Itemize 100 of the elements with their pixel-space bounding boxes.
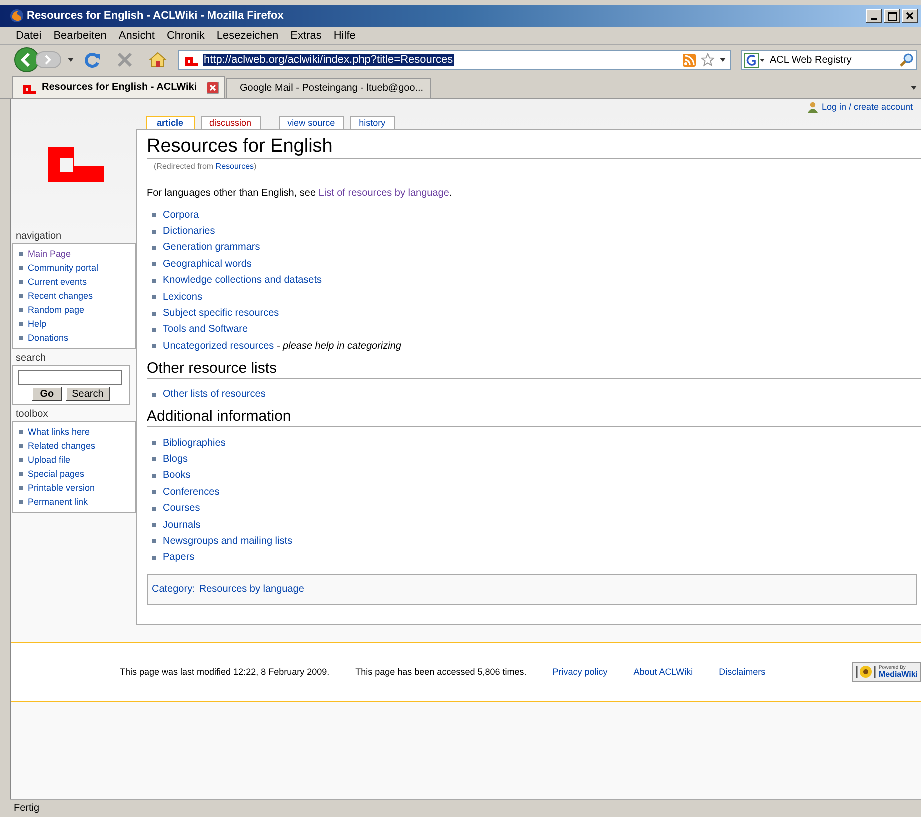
home-icon[interactable] bbox=[149, 52, 167, 68]
resource-link[interactable]: Conferences bbox=[163, 486, 220, 498]
sidebar-link[interactable]: Donations bbox=[28, 333, 69, 343]
page-tab[interactable]: view source bbox=[278, 116, 344, 130]
bullet-icon bbox=[19, 430, 23, 434]
bullet-icon bbox=[152, 344, 156, 348]
sidebar-link[interactable]: Random page bbox=[28, 305, 85, 315]
resources-by-language-link[interactable]: Resources by language bbox=[199, 584, 304, 596]
resource-link[interactable]: Journals bbox=[163, 520, 201, 531]
search-panel-button[interactable]: Search bbox=[66, 387, 110, 401]
resource-link[interactable]: Tools and Software bbox=[163, 324, 248, 336]
footer-link[interactable]: About ACLWiki bbox=[634, 667, 694, 677]
browser-tab[interactable]: Google Mail - Posteingang - ltueb@goo... bbox=[226, 78, 431, 98]
forward-button[interactable] bbox=[36, 51, 62, 69]
reload-icon[interactable] bbox=[85, 52, 101, 68]
minimize-button[interactable] bbox=[866, 9, 882, 23]
bullet-icon bbox=[19, 458, 23, 462]
bullet-icon bbox=[152, 262, 156, 266]
sidebar-link[interactable]: Recent changes bbox=[28, 291, 94, 301]
dropdown-arrow-icon[interactable] bbox=[720, 58, 726, 62]
resource-link[interactable]: Other lists of resources bbox=[163, 389, 266, 400]
search-input[interactable] bbox=[18, 370, 122, 385]
sidebar-link[interactable]: What links here bbox=[28, 427, 90, 437]
menu-item[interactable]: Chronik bbox=[160, 30, 211, 42]
resource-link[interactable]: Newsgroups and mailing lists bbox=[163, 536, 293, 547]
menu-item[interactable]: Datei bbox=[10, 30, 48, 42]
bullet-icon bbox=[152, 246, 156, 250]
close-tab-icon[interactable] bbox=[207, 82, 219, 94]
bullet-icon bbox=[152, 474, 156, 478]
resource-link[interactable]: Bibliographies bbox=[163, 438, 226, 449]
resource-link[interactable]: Blogs bbox=[163, 454, 188, 465]
bullet-icon bbox=[152, 213, 156, 218]
browser-tab[interactable]: Resources for English - ACLWiki bbox=[12, 76, 225, 98]
resource-link[interactable]: Generation grammars bbox=[163, 242, 260, 254]
resource-link[interactable]: Knowledge collections and datasets bbox=[163, 275, 322, 286]
menu-item[interactable]: Extras bbox=[284, 30, 328, 42]
search-icon[interactable] bbox=[900, 53, 914, 67]
resource-link[interactable]: Geographical words bbox=[163, 258, 252, 270]
dropdown-arrow-icon[interactable] bbox=[68, 58, 74, 62]
site-logo-icon bbox=[183, 54, 199, 66]
sidebar-link[interactable]: Related changes bbox=[28, 441, 96, 451]
sidebar-link[interactable]: Current events bbox=[28, 277, 88, 287]
login-link[interactable]: Log in / create account bbox=[822, 102, 913, 112]
bullet-icon bbox=[152, 457, 156, 462]
bullet-icon bbox=[19, 486, 23, 490]
categories-label-link[interactable]: Category: bbox=[152, 584, 196, 596]
portlet-title: navigation bbox=[15, 231, 63, 243]
intro-link[interactable]: List of resources by language bbox=[318, 188, 450, 199]
sidebar-link[interactable]: Help bbox=[28, 319, 47, 329]
bullet-icon bbox=[19, 322, 23, 326]
menu-item[interactable]: Bearbeiten bbox=[48, 30, 113, 42]
resource-link[interactable]: Courses bbox=[163, 503, 200, 514]
bullet-icon bbox=[19, 472, 23, 476]
footer-link[interactable]: Disclaimers bbox=[719, 667, 766, 677]
back-button[interactable] bbox=[14, 47, 40, 73]
sidebar-link[interactable]: Main Page bbox=[28, 249, 72, 259]
intro-text: For languages other than English, see List of resources by language. bbox=[147, 188, 454, 199]
sidebar-link[interactable]: Upload file bbox=[28, 455, 71, 465]
page-tab[interactable]: discussion bbox=[200, 116, 261, 130]
sidebar-link[interactable]: Community portal bbox=[28, 263, 99, 273]
search-field[interactable]: ACL Web Registry bbox=[741, 50, 917, 70]
maximize-button[interactable] bbox=[884, 9, 900, 23]
bullet-icon bbox=[152, 539, 156, 544]
bullet-icon bbox=[152, 312, 156, 316]
bullet-icon bbox=[19, 500, 23, 504]
sidebar-link[interactable]: Printable version bbox=[28, 483, 96, 493]
resource-link[interactable]: Corpora bbox=[163, 210, 200, 221]
resource-link[interactable]: Subject specific resources bbox=[163, 308, 280, 320]
close-icon bbox=[906, 12, 914, 20]
bookmark-star-icon[interactable] bbox=[701, 53, 715, 67]
bullet-icon bbox=[152, 230, 156, 234]
redirect-link[interactable]: Resources bbox=[216, 162, 254, 171]
bullet-icon bbox=[152, 490, 156, 494]
footer-link[interactable]: Privacy policy bbox=[552, 667, 608, 677]
maximize-icon bbox=[888, 12, 896, 20]
feed-icon[interactable] bbox=[683, 54, 696, 66]
page-tab[interactable]: history bbox=[350, 116, 395, 130]
resource-link[interactable]: Dictionaries bbox=[163, 226, 216, 238]
menu-item[interactable]: Ansicht bbox=[112, 30, 161, 42]
menu-item[interactable]: Lesezeichen bbox=[210, 30, 285, 42]
resource-link[interactable]: Papers bbox=[163, 552, 195, 564]
browser-logo-icon bbox=[10, 9, 24, 23]
resource-link[interactable]: Lexicons bbox=[163, 292, 202, 303]
portlet-title: toolbox bbox=[15, 409, 50, 421]
menu-item[interactable]: Hilfe bbox=[328, 30, 362, 42]
page-tab[interactable]: article bbox=[146, 116, 195, 130]
sidebar-link[interactable]: Special pages bbox=[28, 469, 85, 479]
resource-link[interactable]: Uncategorized resources bbox=[163, 340, 274, 352]
tab-list-icon[interactable] bbox=[911, 86, 917, 90]
sidebar-link[interactable]: Permanent link bbox=[28, 497, 88, 507]
window-title: Resources for English - ACLWiki - Mozilla Firefox bbox=[27, 10, 285, 22]
resource-link[interactable]: Books bbox=[163, 470, 191, 482]
search-panel-button[interactable]: Go bbox=[32, 387, 62, 401]
bullet-icon bbox=[152, 523, 156, 528]
close-button[interactable] bbox=[902, 9, 918, 23]
bullet-icon bbox=[152, 556, 156, 560]
search-engine-icon[interactable] bbox=[744, 52, 766, 68]
last-modified-text: This page was last modified 12:22, 8 February 2009. bbox=[120, 667, 330, 677]
address-field[interactable]: http://aclweb.org/aclwiki/index.php?title=Resources bbox=[178, 50, 731, 70]
bullet-icon bbox=[19, 280, 23, 284]
